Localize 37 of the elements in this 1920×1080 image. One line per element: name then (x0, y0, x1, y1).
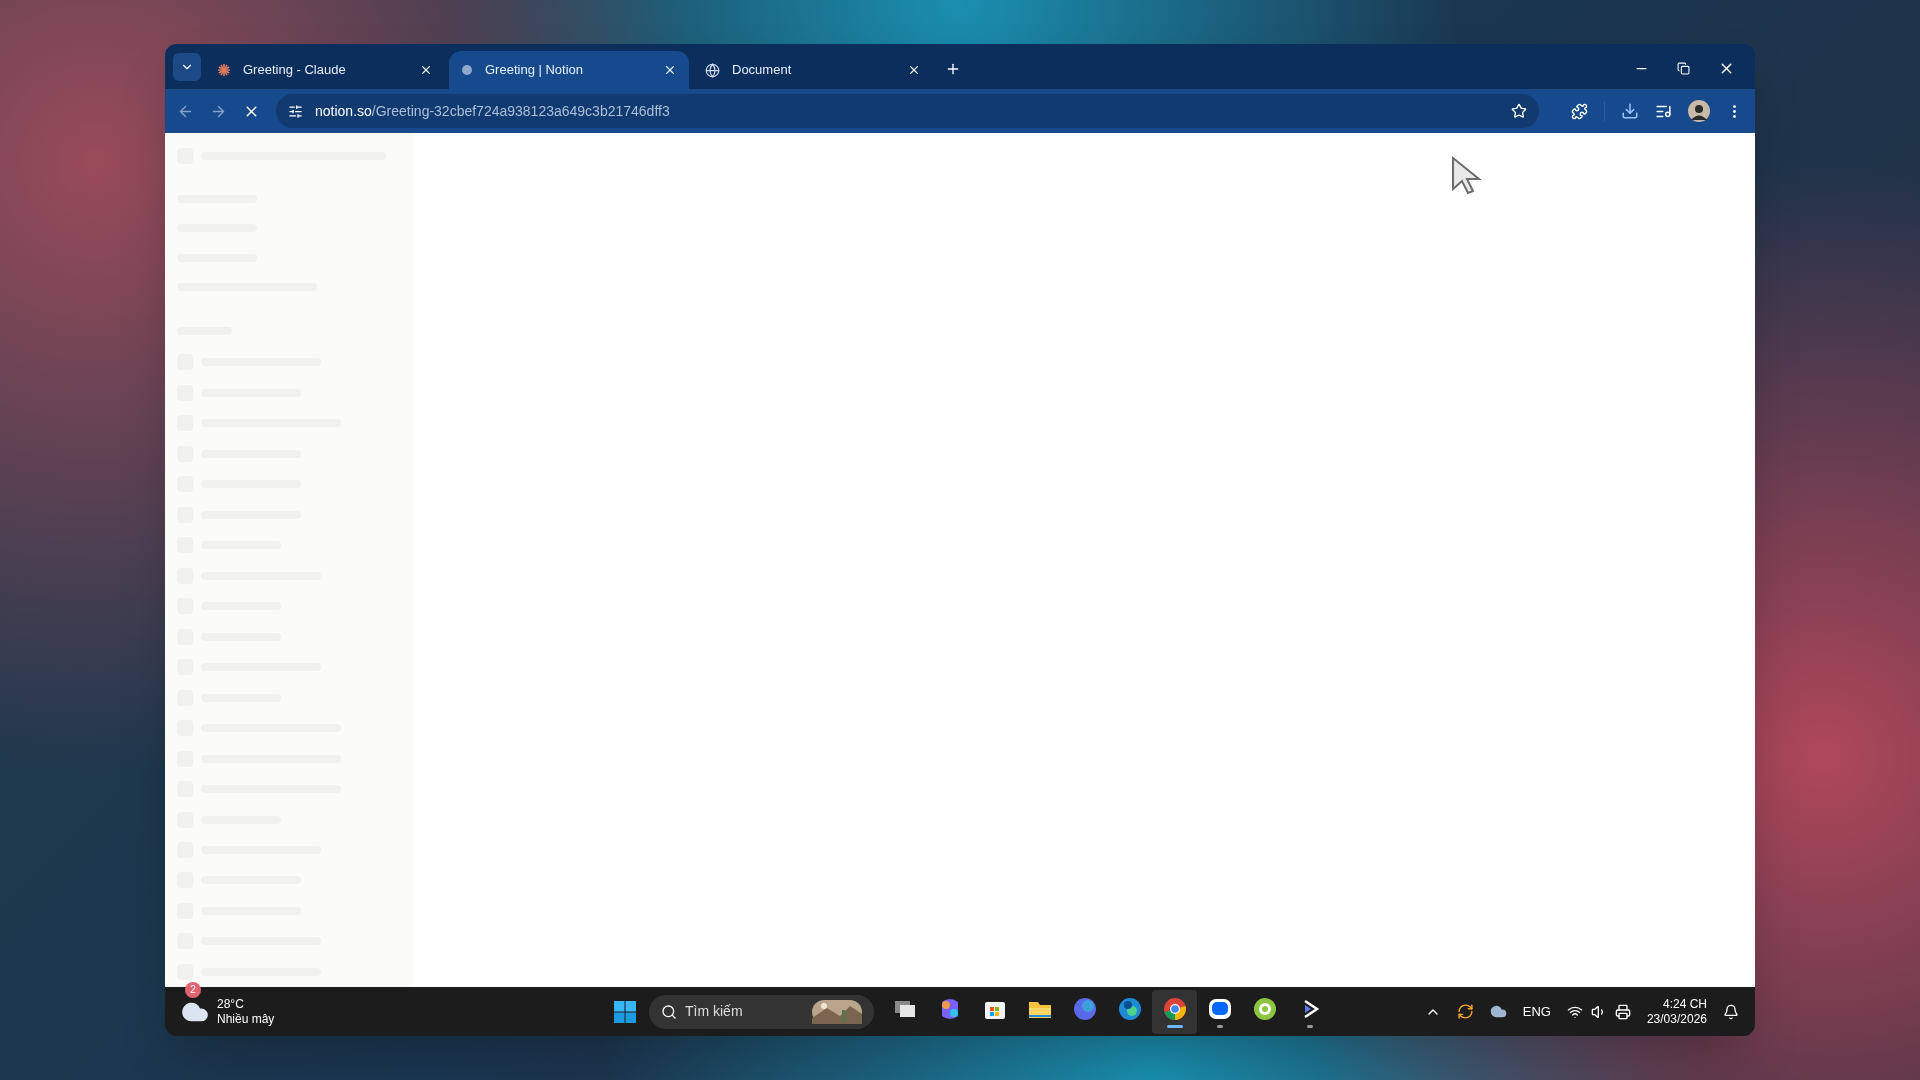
sync-icon[interactable] (1456, 1003, 1474, 1020)
download-icon[interactable] (1621, 102, 1639, 120)
spark-icon (217, 63, 231, 77)
star-icon[interactable] (1511, 103, 1527, 119)
browser-tab[interactable]: Greeting - Claude (205, 51, 445, 89)
cursor-icon (1450, 155, 1484, 195)
tab-title: Greeting - Claude (243, 61, 347, 80)
tab-title: Document (732, 61, 793, 80)
weather-text: Nhiều mây (217, 1011, 275, 1027)
language-indicator[interactable]: ENG (1522, 1001, 1551, 1022)
clock-time[interactable]: 4:24 CH (1662, 996, 1707, 1012)
printer-icon[interactable] (1614, 1003, 1631, 1020)
address-field[interactable]: notion.so/Greeting-32cbef724a938123a649c3b21746dff3 (276, 94, 1539, 128)
taskbar-app[interactable] (1152, 989, 1197, 1034)
avatar-icon[interactable] (1688, 100, 1710, 122)
browser-tab[interactable]: Greeting | Notion (449, 51, 689, 89)
chrome-icon (1161, 995, 1188, 1022)
tab-title: Greeting | Notion (485, 61, 585, 80)
tab-search-button[interactable] (173, 53, 201, 81)
clock-date[interactable]: 23/03/2026 (1646, 1011, 1707, 1027)
url-text: notion.so/Greeting-32cbef724a938123a649c3b21746dff3 (315, 101, 671, 121)
temperature-text: 28°C (217, 996, 245, 1012)
browser-icon (1251, 995, 1278, 1022)
cloud-icon[interactable] (1489, 1003, 1507, 1020)
extensions-icon[interactable] (1571, 102, 1588, 120)
search-placeholder: Tìm kiếm (685, 1002, 744, 1021)
restore-icon[interactable] (1677, 62, 1690, 75)
search-icon (661, 1003, 677, 1020)
site-info-icon[interactable] (288, 103, 303, 119)
close-icon[interactable] (907, 63, 921, 77)
search-field[interactable]: Tìm kiếm (649, 994, 874, 1029)
start-icon[interactable] (613, 999, 637, 1024)
close-icon[interactable] (663, 63, 677, 77)
close-icon[interactable] (419, 63, 433, 77)
new-tab-icon[interactable] (945, 61, 961, 77)
notification-icon[interactable] (1723, 1003, 1739, 1020)
browser-tab[interactable]: Document (693, 51, 933, 89)
